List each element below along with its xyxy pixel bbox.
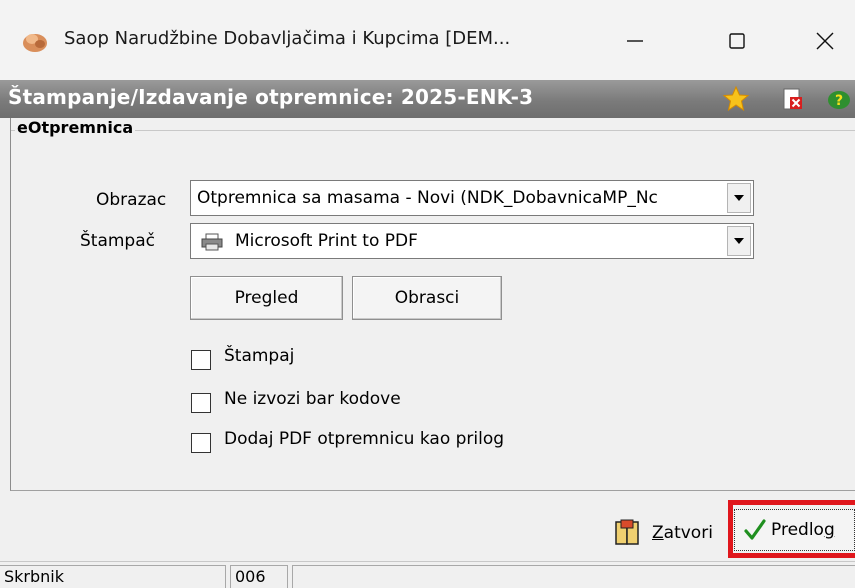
window-titlebar[interactable]: Saop Narudžbine Dobavljačima i Kupcima [… bbox=[0, 0, 855, 80]
group-frame-line bbox=[11, 130, 855, 131]
stampac-select-value: Microsoft Print to PDF bbox=[235, 231, 418, 251]
checkmark-icon bbox=[744, 519, 766, 540]
close-icon bbox=[816, 32, 834, 50]
group-label: eOtpremnica bbox=[15, 118, 136, 137]
bottom-button-bar bbox=[0, 491, 855, 561]
stampac-select[interactable]: Microsoft Print to PDF bbox=[190, 223, 754, 259]
obrazac-select-value: Otpremnica sa masama - Novi (NDK_Dobavni… bbox=[197, 188, 658, 208]
close-button[interactable] bbox=[800, 22, 850, 60]
dialog-header: Štampanje/Izdavanje otpremnice: 2025-ENK… bbox=[0, 80, 855, 118]
status-bar: Skrbnik 006 bbox=[0, 561, 855, 588]
stampac-label: Štampač bbox=[80, 231, 155, 251]
status-user: Skrbnik bbox=[0, 565, 226, 588]
window-title: Saop Narudžbine Dobavljačima i Kupcima [… bbox=[64, 28, 511, 49]
dialog-title: Štampanje/Izdavanje otpremnice: 2025-ENK… bbox=[8, 85, 534, 109]
stampac-dropdown-button[interactable] bbox=[727, 226, 751, 256]
zatvori-button[interactable]: Zatvori bbox=[612, 516, 713, 550]
help-icon[interactable]: ? bbox=[825, 85, 853, 113]
dodaj-pdf-checkbox[interactable] bbox=[191, 433, 211, 453]
pregled-button[interactable]: Pregled bbox=[190, 276, 343, 320]
maximize-icon bbox=[729, 33, 745, 49]
predlog-accesskey: g bbox=[823, 520, 835, 540]
chevron-down-icon bbox=[734, 195, 744, 201]
obrazac-label: Obrazac bbox=[96, 190, 167, 210]
stampaj-checkbox[interactable] bbox=[191, 350, 211, 370]
predlog-button[interactable]: Predlog bbox=[734, 509, 855, 551]
delete-document-icon[interactable] bbox=[779, 85, 807, 113]
obrazac-dropdown-button[interactable] bbox=[727, 183, 751, 213]
status-extra bbox=[292, 565, 855, 588]
svg-text:?: ? bbox=[835, 93, 843, 109]
obrazac-select[interactable]: Otpremnica sa masama - Novi (NDK_Dobavni… bbox=[190, 180, 754, 216]
saop-app-icon bbox=[23, 34, 47, 52]
minimize-button[interactable] bbox=[610, 22, 660, 60]
printer-icon bbox=[201, 233, 223, 251]
predlog-label: Predlo bbox=[771, 520, 824, 540]
close-book-icon bbox=[615, 519, 639, 545]
chevron-down-icon bbox=[734, 238, 744, 244]
star-icon[interactable] bbox=[722, 85, 750, 113]
ne-izvozi-bar-kodove-label[interactable]: Ne izvozi bar kodove bbox=[224, 389, 401, 409]
stampaj-checkbox-label[interactable]: Štampaj bbox=[224, 346, 294, 366]
obrasci-button[interactable]: Obrasci bbox=[352, 276, 502, 320]
minimize-icon bbox=[627, 40, 643, 42]
status-code: 006 bbox=[230, 565, 288, 588]
ne-izvozi-bar-kodove-checkbox[interactable] bbox=[191, 393, 211, 413]
maximize-button[interactable] bbox=[712, 22, 762, 60]
zatvori-accesskey: Z bbox=[652, 523, 664, 543]
dodaj-pdf-label[interactable]: Dodaj PDF otpremnicu kao prilog bbox=[224, 429, 504, 449]
zatvori-label: atvori bbox=[663, 523, 713, 543]
